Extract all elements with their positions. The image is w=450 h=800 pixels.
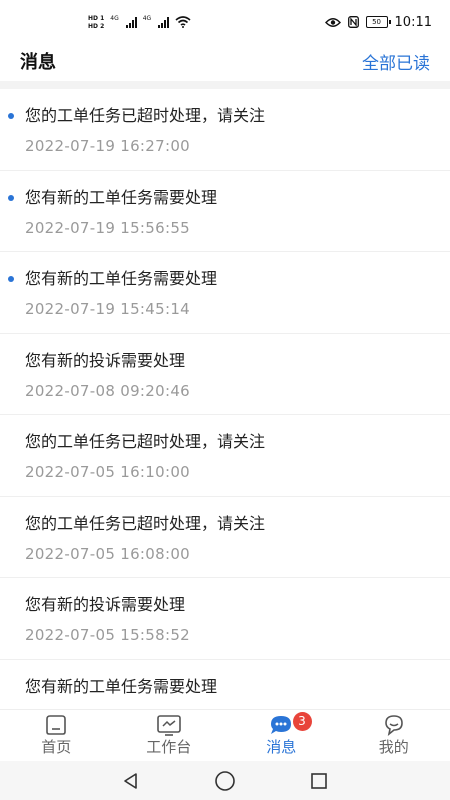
message-item[interactable]: 您的工单任务已超时处理，请关注 2022-07-05 16:10:00 (0, 415, 450, 497)
message-title: 您的工单任务已超时处理，请关注 (25, 513, 266, 533)
workbench-icon (156, 715, 181, 736)
message-item[interactable]: 您有新的投诉需要处理 2022-07-05 15:58:52 (0, 578, 450, 660)
message-time: 2022-07-08 09:20:46 (25, 381, 191, 400)
recents-button[interactable] (307, 769, 331, 793)
message-title: 您的工单任务已超时处理，请关注 (25, 106, 266, 125)
nfc-icon (347, 16, 359, 28)
signal2-icon (158, 16, 170, 28)
message-time: 2022-07-05 16:08:00 (25, 544, 191, 563)
unread-dot (8, 276, 14, 282)
status-time: 10:11 (394, 14, 432, 30)
message-title: 您有新的工单任务需要处理 (25, 676, 218, 696)
nav-label-messages: 消息 (266, 738, 297, 756)
eye-icon (324, 17, 341, 27)
screen: HD 1 HD 2 4G 4G 50 10:11 消息 全部已读 您的工单任务已… (0, 0, 450, 800)
message-time: 2022-07-19 15:45:14 (25, 300, 191, 318)
message-time: 2022-07-19 16:27:00 (25, 137, 191, 155)
system-nav-bar (0, 761, 450, 800)
bottom-nav: 首页 工作台 3 消息 我的 (0, 709, 450, 761)
battery-icon: 50 (365, 16, 391, 28)
nav-item-home[interactable]: 首页 (0, 710, 113, 761)
profile-icon (384, 715, 403, 736)
nav-item-profile[interactable]: 我的 (338, 710, 450, 761)
message-title: 您有新的投诉需要处理 (25, 350, 186, 370)
nav-label-profile: 我的 (378, 738, 409, 756)
network1-label: 4G (110, 14, 119, 22)
header: 消息 全部已读 (0, 44, 450, 78)
network2-label: 4G (142, 14, 152, 22)
message-time: 2022-07-05 16:10:00 (25, 463, 191, 481)
status-left: HD 1 HD 2 4G 4G (88, 15, 191, 30)
sim2-label: HD 2 (88, 22, 105, 30)
sim-indicator: HD 1 HD 2 (88, 15, 104, 30)
signal-icon (125, 16, 137, 28)
message-title: 您有新的工单任务需要处理 (25, 187, 218, 207)
message-icon (271, 716, 292, 734)
mark-all-read-button[interactable]: 全部已读 (362, 49, 430, 74)
unread-dot (8, 113, 14, 119)
message-item[interactable]: 您的工单任务已超时处理，请关注 2022-07-05 16:08:00 (0, 497, 450, 578)
back-icon (124, 772, 137, 789)
unread-dot (8, 194, 14, 201)
home-icon (46, 715, 67, 735)
back-button[interactable] (119, 769, 143, 793)
nav-item-messages[interactable]: 3 消息 (225, 710, 338, 761)
message-item[interactable]: 您有新的工单任务需要处理 2022-07-19 15:56:55 (0, 171, 450, 252)
message-time: 2022-07-19 15:56:55 (25, 218, 191, 237)
wifi-icon (175, 16, 191, 28)
header-divider (0, 81, 450, 89)
message-item[interactable]: 您的工单任务已超时处理，请关注 2022-07-19 16:27:00 (0, 89, 450, 171)
message-title: 您的工单任务已超时处理，请关注 (25, 432, 266, 451)
message-title: 您有新的投诉需要处理 (25, 595, 186, 614)
recents-icon (311, 772, 327, 789)
message-time: 2022-07-05 15:58:52 (25, 626, 191, 644)
message-title: 您有新的工单任务需要处理 (25, 269, 218, 288)
home-circle-icon (215, 770, 235, 791)
sim1-label: HD 1 (88, 14, 105, 22)
message-badge: 3 (292, 712, 312, 731)
message-list[interactable]: 您的工单任务已超时处理，请关注 2022-07-19 16:27:00 您有新的… (0, 89, 450, 709)
status-bar: HD 1 HD 2 4G 4G 50 10:11 (0, 0, 450, 44)
nav-item-workbench[interactable]: 工作台 (113, 710, 226, 761)
nav-label-home: 首页 (41, 738, 72, 756)
message-item[interactable]: 您有新的工单任务需要处理 2022-07-19 15:45:14 (0, 252, 450, 334)
message-item[interactable]: 您有新的投诉需要处理 2022-07-08 09:20:46 (0, 334, 450, 415)
message-item[interactable]: 您有新的工单任务需要处理 (0, 660, 450, 710)
home-button[interactable] (213, 769, 237, 793)
page-title: 消息 (20, 52, 56, 73)
nav-label-workbench: 工作台 (146, 738, 192, 756)
status-right: 50 10:11 (324, 14, 432, 30)
